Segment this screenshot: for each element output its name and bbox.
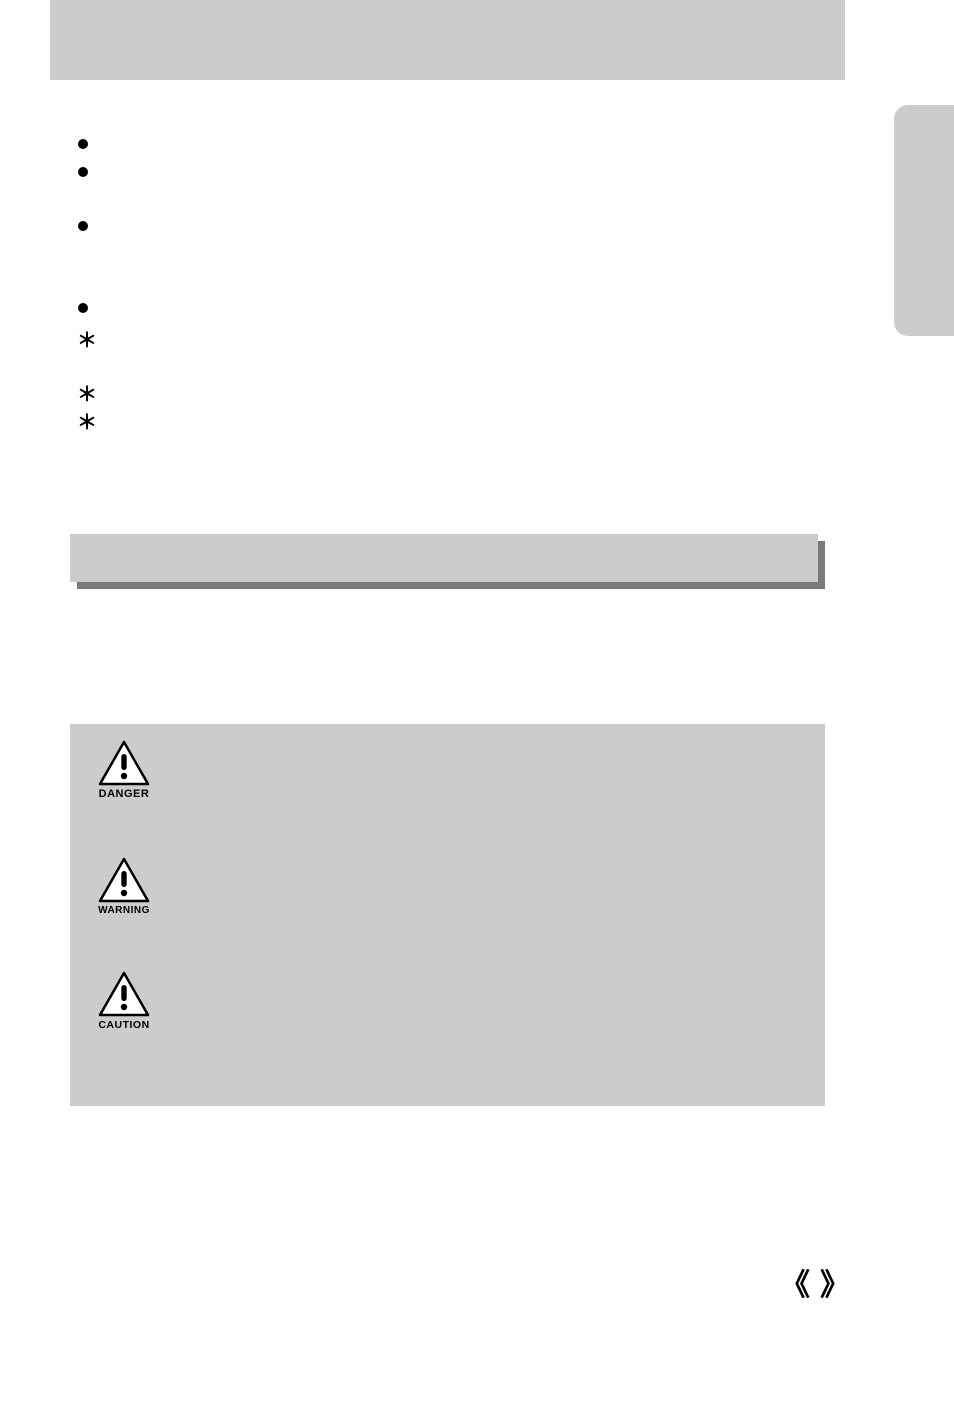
safety-symbols-panel: DANGER WARNING CAUTION — [70, 724, 825, 1106]
danger-label: DANGER — [99, 788, 150, 800]
alert-triangle-icon — [98, 857, 150, 903]
bullet-icon — [78, 221, 88, 231]
side-index-tab — [894, 105, 954, 336]
bullet-icon — [78, 303, 88, 313]
page-number-brackets: 《》 — [780, 1260, 850, 1304]
asterisk-marker: ＊ — [77, 324, 97, 353]
alert-triangle-icon — [98, 971, 150, 1017]
danger-icon: DANGER — [98, 740, 150, 800]
asterisk-marker: ＊ — [77, 406, 97, 435]
bullet-icon — [78, 139, 88, 149]
bullet-icon — [78, 167, 88, 177]
section-heading-face — [70, 534, 818, 582]
section-heading-bar — [70, 534, 825, 589]
manual-page: ＊ ＊ ＊ DANGER WARNING CAUTION 《》 — [0, 0, 954, 1401]
right-angle-bracket-icon: 》 — [820, 1269, 850, 1302]
caution-label: CAUTION — [98, 1019, 149, 1031]
asterisk-marker: ＊ — [77, 378, 97, 407]
top-banner-box — [50, 0, 845, 80]
caution-icon: CAUTION — [98, 971, 150, 1031]
warning-icon: WARNING — [98, 857, 150, 916]
warning-label: WARNING — [98, 905, 150, 916]
alert-triangle-icon — [98, 740, 150, 786]
left-angle-bracket-icon: 《 — [780, 1269, 810, 1302]
